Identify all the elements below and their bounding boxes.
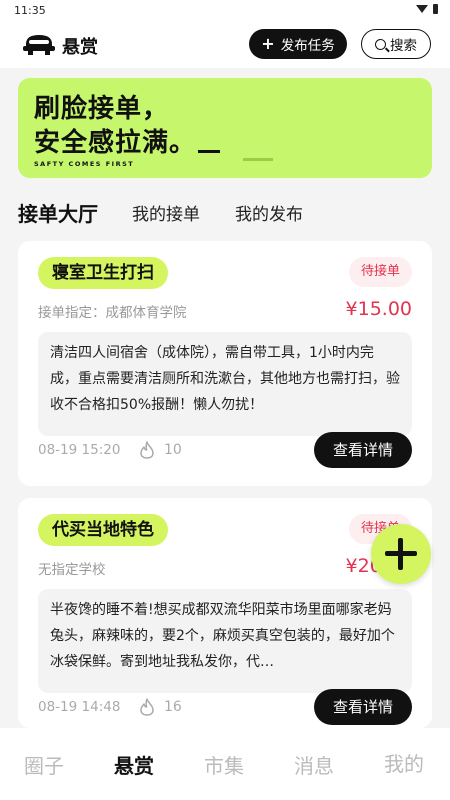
task-price: ¥15.00	[345, 298, 412, 320]
nav-item-market[interactable]: 市集	[204, 750, 244, 779]
status-badge: 待接单	[348, 257, 412, 287]
banner-subtitle: SAFTY COMES FIRST	[34, 160, 135, 168]
view-detail-button[interactable]: 查看详情	[314, 689, 412, 725]
nav-item-messages[interactable]: 消息	[294, 750, 334, 779]
header: 悬赏 + 发布任务 搜索	[0, 22, 450, 68]
banner-line-2: 安全感拉满。	[34, 122, 221, 159]
bottom-nav: 圈子 悬赏 市集 消息 我的	[0, 728, 450, 800]
add-task-fab[interactable]	[371, 524, 431, 584]
task-time: 08-19 14:48	[38, 699, 121, 715]
search-button[interactable]: 搜索	[361, 29, 431, 59]
tab-my-orders[interactable]: 我的接单	[132, 200, 200, 225]
status-bar: 11:35	[0, 0, 450, 22]
logo-icon	[23, 35, 55, 55]
view-detail-button[interactable]: 查看详情	[314, 432, 412, 468]
status-icons	[416, 4, 438, 14]
page-title: 悬赏	[62, 37, 98, 58]
flame-icon	[140, 698, 154, 716]
tab-my-posts[interactable]: 我的发布	[235, 200, 303, 225]
task-title: 代买当地特色	[38, 514, 168, 546]
banner-decoration	[243, 158, 273, 161]
search-label: 搜索	[390, 38, 417, 54]
task-assign: 无指定学校	[38, 562, 106, 578]
tab-order-hall[interactable]: 接单大厅	[18, 198, 98, 227]
wifi-icon	[416, 5, 428, 13]
battery-icon	[433, 4, 438, 14]
task-heat: 10	[164, 442, 182, 458]
task-heat: 16	[164, 699, 182, 715]
task-description: 半夜馋的睡不着!想买成都双流华阳菜市场里面哪家老妈兔头，麻辣味的，要2个，麻烦买…	[38, 589, 412, 693]
nav-item-profile[interactable]: 我的	[384, 748, 424, 777]
publish-task-button[interactable]: + 发布任务	[249, 29, 347, 59]
search-icon	[375, 38, 386, 50]
nav-item-circle[interactable]: 圈子	[24, 750, 64, 779]
task-description-text: 清洁四人间宿舍（成体院），需自带工具，1小时内完成，重点需要清洁厕所和洗漱台，其…	[50, 345, 400, 413]
publish-task-label: 发布任务	[280, 38, 335, 54]
task-assign: 接单指定：成都体育学院	[38, 305, 187, 321]
status-time: 11:35	[14, 4, 46, 17]
nav-item-bounty[interactable]: 悬赏	[114, 750, 154, 779]
banner-line-2-text: 安全感拉满。	[34, 128, 197, 158]
task-description-text: 半夜馋的睡不着!想买成都双流华阳菜市场里面哪家老妈兔头，麻辣味的，要2个，麻烦买…	[50, 602, 395, 670]
tab-bar: 接单大厅 我的接单 我的发布	[0, 196, 450, 230]
cursor-decoration	[198, 150, 221, 153]
task-description: 清洁四人间宿舍（成体院），需自带工具，1小时内完成，重点需要清洁厕所和洗漱台，其…	[38, 332, 412, 436]
task-card[interactable]: 代买当地特色 待接单 无指定学校 ¥20.00 半夜馋的睡不着!想买成都双流华阳…	[18, 498, 432, 728]
task-time: 08-19 15:20	[38, 442, 121, 458]
task-title: 寝室卫生打扫	[38, 257, 168, 289]
plus-icon: +	[261, 34, 275, 53]
promo-banner[interactable]: 刷脸接单， 安全感拉满。 SAFTY COMES FIRST	[18, 78, 432, 178]
banner-line-1: 刷脸接单，	[34, 94, 170, 124]
flame-icon	[140, 441, 154, 459]
task-card[interactable]: 寝室卫生打扫 待接单 接单指定：成都体育学院 ¥15.00 清洁四人间宿舍（成体…	[18, 241, 432, 486]
